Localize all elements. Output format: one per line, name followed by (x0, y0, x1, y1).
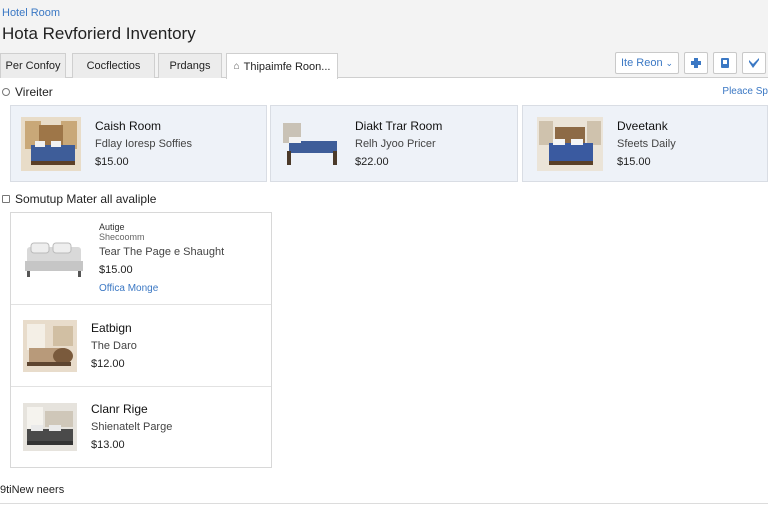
room-photo (23, 319, 77, 372)
square-icon (2, 195, 10, 203)
room-link[interactable]: Offica Monge (99, 282, 224, 296)
tab-label: Cocflectios (86, 60, 141, 72)
room-name: Clanr Rige (91, 402, 148, 416)
circle-icon (2, 88, 10, 96)
room-photo (21, 116, 81, 171)
room-desc: Fdlay Ioresp Soffies (95, 137, 193, 150)
divider (0, 503, 768, 504)
room-tag-secondary: Shecoomm (99, 231, 145, 242)
list-item[interactable]: Eatbign The Daro $12.00 (11, 305, 271, 387)
available-label: Somutup Mater all avaliple (2, 192, 156, 206)
room-card[interactable]: Caish Room Fdlay Ioresp Soffies $15.00 (10, 105, 267, 182)
room-name: Tear The Page e Shaught (99, 245, 225, 258)
featured-rooms: Caish Room Fdlay Ioresp Soffies $15.00 D… (10, 105, 768, 182)
featured-label: Vireiter (2, 85, 53, 99)
room-desc: Shienatelt Parge (91, 421, 173, 433)
tab-label: Prdangs (169, 60, 211, 72)
available-rooms-list: Autige Shecoomm Tear The Page e Shaught … (10, 212, 272, 468)
list-item[interactable]: Clanr Rige Shienatelt Parge $13.00 (11, 387, 271, 467)
tab-label: Per Confoy (5, 60, 61, 72)
house-icon: ⌂ (233, 61, 240, 72)
room-price: $13.00 (91, 439, 125, 451)
featured-label-text: Vireiter (15, 85, 53, 99)
room-photo (281, 116, 341, 171)
room-card[interactable]: Diakt Trar Room Relh Jyoo Pricer $22.00 (270, 105, 518, 182)
tab-prdangs[interactable]: Prdangs (158, 53, 222, 78)
room-price: $15.00 (99, 263, 133, 276)
room-card[interactable]: Dveetank Sfeets Daily $15.00 (522, 105, 768, 182)
room-name: Caish Room (95, 118, 162, 133)
plug-button[interactable] (684, 52, 708, 74)
available-label-text: Somutup Mater all avaliple (15, 192, 157, 206)
chevron-down-icon: ⌄ (665, 57, 673, 68)
footer-label: 9tiNew neers (0, 484, 65, 496)
plug-icon (691, 58, 701, 68)
right-link[interactable]: Pleace Sp (722, 86, 768, 97)
room-desc: Sfeets Daily (617, 137, 676, 150)
list-item[interactable]: Autige Shecoomm Tear The Page e Shaught … (11, 213, 271, 305)
room-name: Dveetank (617, 118, 668, 133)
tab-cocflectios[interactable]: Cocflectios (72, 53, 155, 78)
room-price: $15.00 (617, 155, 651, 168)
room-price: $22.00 (355, 155, 389, 168)
page-header: Hotel Room Hota Revforierd Inventory (0, 0, 768, 50)
bookmark-button[interactable] (713, 52, 737, 74)
toolbar: Ite Reon ⌄ (615, 52, 766, 74)
page-title: Hota Revforierd Inventory (2, 24, 196, 43)
room-desc: The Daro (91, 339, 137, 352)
tab-thipaimfe-roon[interactable]: ⌂ Thipaimfe Roon... (226, 53, 338, 79)
room-photo (23, 236, 85, 281)
room-name: Diakt Trar Room (355, 118, 443, 133)
room-select-value: Ite Reon (621, 57, 663, 69)
twitter-icon (749, 58, 759, 68)
room-photo (537, 116, 603, 171)
tab-per-confoy[interactable]: Per Confoy (0, 53, 66, 78)
room-price: $15.00 (95, 155, 129, 168)
room-select[interactable]: Ite Reon ⌄ (615, 52, 679, 74)
room-desc: Relh Jyoo Pricer (355, 137, 436, 150)
room-name: Eatbign (91, 320, 132, 335)
room-photo (23, 403, 77, 451)
tab-label: Thipaimfe Roon... (243, 60, 331, 73)
twitter-button[interactable] (742, 52, 766, 74)
breadcrumb[interactable]: Hotel Room (2, 6, 768, 20)
bookmark-icon (721, 58, 729, 68)
room-tag: Autige (99, 221, 125, 232)
room-price: $12.00 (91, 357, 125, 370)
